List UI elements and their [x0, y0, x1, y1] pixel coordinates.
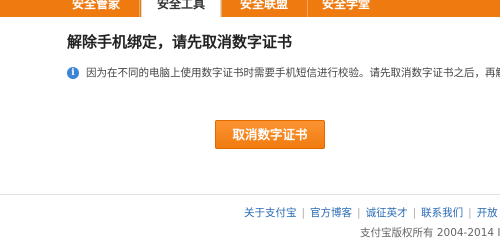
- tab-divider: [221, 0, 222, 17]
- tab-divider: [139, 0, 140, 17]
- footer-link-separator: |: [301, 207, 306, 219]
- footer-link-separator: |: [357, 207, 361, 219]
- footer-link-contact-us[interactable]: 联系我们: [421, 207, 463, 219]
- footer-link-open[interactable]: 开放: [477, 207, 498, 219]
- notice-text: 因为在不同的电脑上使用数字证书时需要手机短信进行校验。请先取消数字证书之后，再解: [86, 67, 500, 79]
- footer-links: 关于支付宝 | 官方博客 | 诚征英才 | 联系我们 | 开放: [244, 206, 498, 220]
- footer-divider: [0, 194, 500, 195]
- top-navigation-bar: 安全管家 安全工具 安全联盟 安全学堂: [0, 0, 500, 17]
- tab-security-tools[interactable]: 安全工具: [141, 0, 221, 17]
- tab-security-alliance[interactable]: 安全联盟: [224, 0, 304, 17]
- info-notice: i 因为在不同的电脑上使用数字证书时需要手机短信进行校验。请先取消数字证书之后，…: [67, 64, 500, 82]
- cancel-certificate-button[interactable]: 取消数字证书: [215, 120, 325, 149]
- info-icon: i: [67, 67, 79, 79]
- tab-security-manager[interactable]: 安全管家: [58, 0, 134, 17]
- footer-link-separator: |: [412, 207, 417, 219]
- footer-link-separator: |: [468, 207, 472, 219]
- footer-link-about-alipay[interactable]: 关于支付宝: [244, 207, 297, 219]
- copyright-text: 支付宝版权所有 2004-2014 IC: [360, 227, 500, 239]
- page-title: 解除手机绑定，请先取消数字证书: [67, 33, 293, 51]
- tab-security-school[interactable]: 安全学堂: [309, 0, 383, 17]
- footer-link-official-blog[interactable]: 官方博客: [310, 207, 352, 219]
- footer-link-careers[interactable]: 诚征英才: [366, 207, 408, 219]
- tab-divider: [307, 0, 308, 17]
